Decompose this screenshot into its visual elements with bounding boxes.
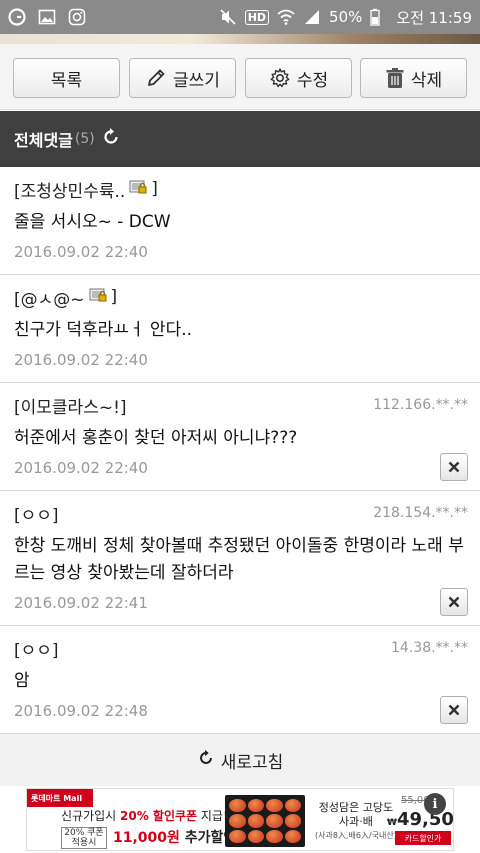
ad-headline: 신규가입시 20% 할인쿠폰 지급! bbox=[61, 807, 228, 824]
comment-author: [@ㅅ@~ bbox=[14, 289, 85, 310]
comment-list: [조청상민수륙.. ] 줄을 서시오~ - DCW 2016.09.02 22:… bbox=[0, 167, 480, 734]
delete-comment-button[interactable] bbox=[440, 696, 468, 724]
ad-discount: 11,000원 추가할인 bbox=[113, 827, 236, 847]
ad-coupon-badge: 20% 쿠폰적용시 bbox=[61, 827, 107, 849]
member-lock-icon bbox=[89, 287, 107, 308]
close-icon bbox=[448, 461, 460, 473]
ad-price-value: 49,500 bbox=[396, 809, 454, 830]
comment-ip: 14.38.**.** bbox=[391, 640, 468, 656]
comment-body: 줄을 서시오~ - DCW bbox=[14, 212, 171, 232]
ad-headline-highlight: 20% 할인쿠폰 bbox=[120, 809, 198, 823]
comment-ip: 112.166.**.** bbox=[373, 397, 468, 413]
signal-icon bbox=[303, 8, 321, 26]
ad-currency: ₩ bbox=[387, 818, 397, 828]
battery-percent: 50% bbox=[329, 8, 363, 26]
comment-item: [조청상민수륙.. ] 줄을 서시오~ - DCW 2016.09.02 22:… bbox=[0, 167, 480, 275]
comment-author-row: [조청상민수륙.. ] bbox=[14, 177, 466, 202]
hd-badge: HD bbox=[244, 9, 270, 25]
comment-date: 2016.09.02 22:40 bbox=[14, 243, 148, 261]
ad-headline-prefix: 신규가입시 bbox=[61, 809, 121, 823]
ad-content[interactable]: 롯데마트 Mall 신규가입시 20% 할인쿠폰 지급! 20% 쿠폰적용시 1… bbox=[26, 788, 454, 851]
mute-icon bbox=[219, 8, 237, 26]
ad-card-discount-button[interactable]: 카드할인가 bbox=[395, 831, 451, 845]
gear-icon bbox=[269, 67, 291, 89]
refresh-button[interactable]: 새로고침 bbox=[0, 734, 480, 786]
list-button-label: 목록 bbox=[50, 70, 83, 91]
comment-item: [이모클라스~!] 112.166.**.** 허준에서 홍춘이 찾던 아저씨 … bbox=[0, 383, 480, 491]
comment-body: 허준에서 홍춘이 찾던 아저씨 아니냐??? bbox=[14, 428, 298, 448]
list-button[interactable]: 목록 bbox=[13, 58, 120, 98]
comment-author-close: ] bbox=[151, 179, 158, 199]
comment-author-close: ] bbox=[110, 287, 118, 307]
ad-product-detail: (사과8入,배6入/국내산) bbox=[315, 831, 397, 840]
ad-product-text: 정성담은 고당도 사과·배 (사과8入,배6入/국내산) bbox=[315, 801, 397, 843]
comment-ip: 218.154.**.** bbox=[373, 505, 468, 521]
pencil-icon bbox=[145, 67, 167, 89]
ad-info-icon[interactable]: i bbox=[424, 793, 446, 815]
apple-gift-box-image bbox=[225, 795, 305, 847]
ad-price: ₩49,500 bbox=[387, 809, 454, 830]
ad-discount-price: 11,000원 bbox=[113, 830, 180, 846]
comment-date: 2016.09.02 22:48 bbox=[14, 702, 148, 720]
ad-product-name: 사과·배 bbox=[338, 815, 373, 828]
trash-icon bbox=[385, 67, 405, 89]
comments-title: 전체댓글 bbox=[14, 131, 73, 150]
refresh-comments-icon[interactable] bbox=[101, 127, 121, 151]
instagram-icon bbox=[68, 8, 86, 26]
wifi-icon bbox=[277, 8, 295, 26]
app-notification-icon bbox=[8, 8, 26, 26]
write-button[interactable]: 글쓰기 bbox=[129, 58, 236, 98]
battery-icon bbox=[370, 8, 388, 26]
comment-body: 한창 도깨비 정체 찾아볼때 추정됐던 아이돌중 한명이라 노래 부르는 영상 … bbox=[14, 536, 464, 583]
ad-headline-suffix: 지급! bbox=[197, 809, 228, 823]
comment-item: [ㅇㅇ] 218.154.**.** 한창 도깨비 정체 찾아볼때 추정됐던 아… bbox=[0, 491, 480, 626]
edit-button[interactable]: 수정 bbox=[245, 58, 352, 98]
comment-author: [ㅇㅇ] bbox=[14, 640, 59, 661]
status-bar: HD 50% 오전 11:59 bbox=[0, 0, 480, 34]
member-lock-icon bbox=[129, 179, 147, 200]
comments-header: 전체댓글 (5) bbox=[0, 111, 480, 167]
post-toolbar: 목록 글쓰기 수정 삭제 bbox=[0, 44, 480, 110]
refresh-label: 새로고침 bbox=[220, 752, 284, 773]
comment-count: (5) bbox=[74, 131, 95, 147]
comment-date: 2016.09.02 22:41 bbox=[14, 594, 148, 612]
delete-post-button[interactable]: 삭제 bbox=[360, 58, 467, 98]
ad-banner[interactable]: 롯데마트 Mall 신규가입시 20% 할인쿠폰 지급! 20% 쿠폰적용시 1… bbox=[0, 786, 480, 853]
comment-date: 2016.09.02 22:40 bbox=[14, 351, 148, 369]
comment-item: [ㅇㅇ] 14.38.**.** 암 2016.09.02 22:48 bbox=[0, 626, 480, 734]
comment-date: 2016.09.02 22:40 bbox=[14, 459, 148, 477]
top-banner-strip[interactable] bbox=[0, 34, 480, 44]
delete-comment-button[interactable] bbox=[440, 453, 468, 481]
ad-brand-logo: 롯데마트 Mall bbox=[27, 789, 93, 807]
comment-author: [조청상민수륙.. bbox=[14, 181, 126, 202]
write-button-label: 글쓰기 bbox=[173, 70, 220, 91]
clock: 오전 11:59 bbox=[396, 8, 472, 27]
comment-author: [이모클라스~!] bbox=[14, 397, 127, 418]
close-icon bbox=[448, 704, 460, 716]
refresh-icon bbox=[197, 749, 215, 772]
delete-button-label: 삭제 bbox=[410, 70, 443, 91]
comment-body: 친구가 덕후라ㅛㅓ 안다.. bbox=[14, 320, 193, 340]
delete-comment-button[interactable] bbox=[440, 588, 468, 616]
comment-author: [ㅇㅇ] bbox=[14, 505, 59, 526]
comment-author-row: [@ㅅ@~ ] bbox=[14, 285, 466, 310]
edit-button-label: 수정 bbox=[296, 70, 329, 91]
comment-body: 암 bbox=[14, 671, 30, 691]
ad-product-title: 정성담은 고당도 bbox=[318, 801, 394, 814]
comment-item: [@ㅅ@~ ] 친구가 덕후라ㅛㅓ 안다.. 2016.09.02 22:40 bbox=[0, 275, 480, 383]
gallery-icon bbox=[38, 8, 56, 26]
close-icon bbox=[448, 596, 460, 608]
